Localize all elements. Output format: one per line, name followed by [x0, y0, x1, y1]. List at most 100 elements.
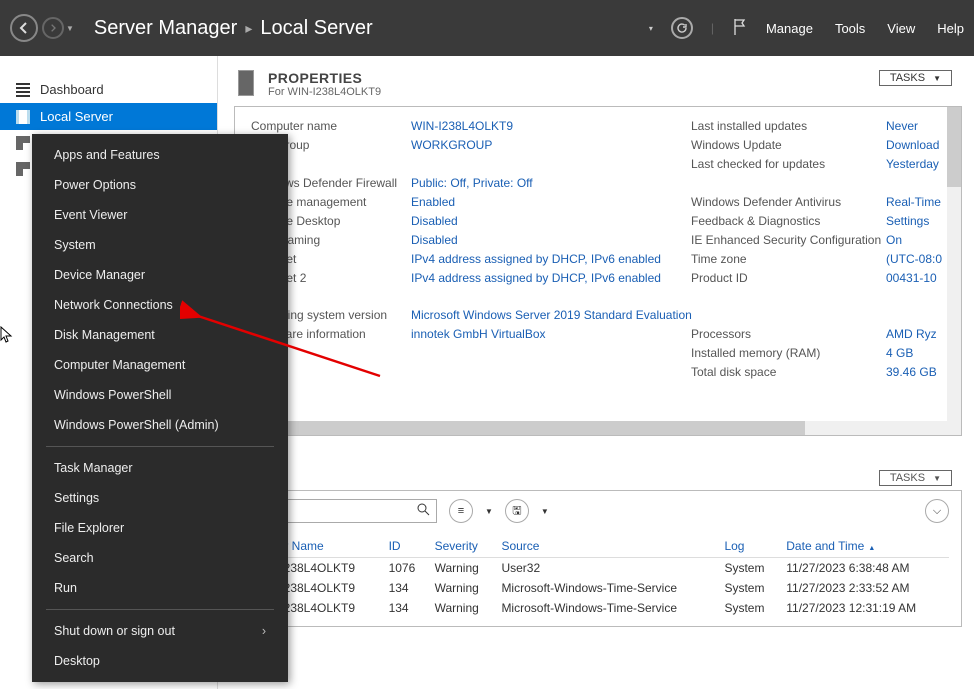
sidebar-item-local-server[interactable]: Local Server [0, 103, 217, 130]
property-value[interactable]: On [886, 231, 953, 250]
context-menu-item[interactable]: Settings [32, 483, 288, 513]
property-label: Processors [691, 325, 886, 344]
events-table: Server NameIDSeveritySourceLogDate and T… [247, 535, 949, 618]
context-menu-item[interactable]: Desktop [32, 646, 288, 676]
column-header[interactable]: Date and Time [780, 535, 949, 558]
property-value[interactable]: Microsoft Windows Server 2019 Standard E… [411, 306, 692, 325]
refresh-icon[interactable] [671, 17, 693, 39]
property-row: Hardware informationinnotek GmbH Virtual… [251, 325, 953, 344]
search-icon[interactable] [417, 503, 430, 519]
context-menu-item[interactable]: Task Manager [32, 453, 288, 483]
properties-tasks-dropdown[interactable]: TASKS▼ [879, 70, 952, 86]
context-menu-item[interactable]: Power Options [32, 170, 288, 200]
horizontal-scrollbar[interactable] [235, 421, 947, 435]
breadcrumb-dropdown-icon[interactable]: ▾ [649, 24, 653, 33]
property-value[interactable]: (UTC-08:0 [886, 250, 953, 269]
sidebar-item-label: Local Server [40, 109, 113, 124]
chevron-right-icon: › [262, 624, 266, 638]
separator: | [711, 21, 714, 35]
context-menu-item[interactable]: Windows PowerShell (Admin) [32, 410, 288, 440]
context-menu-item[interactable]: Windows PowerShell [32, 380, 288, 410]
property-value[interactable]: Public: Off, Private: Off [411, 174, 691, 193]
vertical-scrollbar[interactable] [947, 107, 961, 435]
property-value[interactable]: 39.46 GB [886, 363, 953, 382]
property-row: Windows Defender FirewallPublic: Off, Pr… [251, 174, 953, 193]
content-pane: PROPERTIES For WIN-I238L4OLKT9 TASKS▼ Co… [218, 56, 974, 689]
context-menu-item[interactable]: Disk Management [32, 320, 288, 350]
property-value[interactable]: WIN-I238L4OLKT9 [411, 117, 691, 136]
forward-button[interactable] [42, 17, 64, 39]
property-value[interactable]: Download [886, 136, 953, 155]
property-label: Windows Defender Antivirus [691, 193, 886, 212]
column-header[interactable]: Log [718, 535, 780, 558]
property-label: Total disk space [691, 363, 886, 382]
property-value[interactable]: Settings [886, 212, 953, 231]
column-header[interactable]: Source [495, 535, 718, 558]
property-value[interactable]: IPv4 address assigned by DHCP, IPv6 enab… [411, 269, 691, 288]
menu-manage[interactable]: Manage [766, 21, 813, 36]
context-menu-item[interactable]: Network Connections [32, 290, 288, 320]
sidebar-item-dashboard[interactable]: Dashboard [0, 76, 217, 103]
dashboard-icon [16, 83, 30, 97]
breadcrumb-root[interactable]: Server Manager [94, 17, 237, 40]
event-row[interactable]: WIN-I238L4OLKT9134WarningMicrosoft-Windo… [247, 598, 949, 618]
header-menu: Manage Tools View Help [766, 21, 964, 36]
title-bar: ▼ Server Manager ▸ Local Server ▾ | Mana… [0, 0, 974, 56]
property-row: Installed memory (RAM)4 GB [251, 344, 953, 363]
property-label: IE Enhanced Security Configuration [691, 231, 886, 250]
property-value[interactable]: AMD Ryz [886, 325, 953, 344]
property-value[interactable]: Yesterday [886, 155, 953, 174]
property-value[interactable]: IPv4 address assigned by DHCP, IPv6 enab… [411, 250, 691, 269]
column-header[interactable]: ID [383, 535, 429, 558]
property-row: EthernetIPv4 address assigned by DHCP, I… [251, 250, 953, 269]
property-label: Product ID [691, 269, 886, 288]
property-value[interactable]: Never [886, 117, 953, 136]
event-row[interactable]: WIN-I238L4OLKT9134WarningMicrosoft-Windo… [247, 578, 949, 598]
context-menu-item[interactable]: Run [32, 573, 288, 603]
context-menu-item[interactable]: Shut down or sign out› [32, 616, 288, 646]
property-label: Last installed updates [691, 117, 886, 136]
event-row[interactable]: WIN-I238L4OLKT91076WarningUser32System11… [247, 558, 949, 579]
property-value[interactable]: Enabled [411, 193, 691, 212]
expand-panel-icon[interactable]: ⌵ [925, 499, 949, 523]
menu-view[interactable]: View [887, 21, 915, 36]
save-filter-icon[interactable]: 🖫 [505, 499, 529, 523]
breadcrumb-current[interactable]: Local Server [260, 17, 372, 40]
menu-tools[interactable]: Tools [835, 21, 865, 36]
context-menu-item[interactable]: Computer Management [32, 350, 288, 380]
property-value[interactable]: Disabled [411, 212, 691, 231]
property-label: Installed memory (RAM) [691, 344, 886, 363]
breadcrumb: Server Manager ▸ Local Server [94, 17, 373, 40]
menu-separator [46, 609, 274, 610]
context-menu-item[interactable]: Device Manager [32, 260, 288, 290]
property-value[interactable]: 00431-10 [886, 269, 953, 288]
context-menu-item[interactable]: Apps and Features [32, 140, 288, 170]
properties-title: PROPERTIES [268, 70, 381, 86]
back-button[interactable] [10, 14, 38, 42]
property-value[interactable]: WORKGROUP [411, 136, 691, 155]
context-menu-item[interactable]: File Explorer [32, 513, 288, 543]
property-value[interactable]: innotek GmbH VirtualBox [411, 325, 691, 344]
property-row: Remote DesktopDisabledFeedback & Diagnos… [251, 212, 953, 231]
winx-context-menu: Apps and FeaturesPower OptionsEvent View… [32, 134, 288, 682]
events-tasks-dropdown[interactable]: TASKS▼ [879, 470, 952, 486]
role-icon [16, 162, 30, 176]
property-value[interactable]: Disabled [411, 231, 691, 250]
column-header[interactable]: Severity [429, 535, 496, 558]
sidebar-item-label: Dashboard [40, 82, 104, 97]
property-value[interactable]: Real-Time [886, 193, 953, 212]
context-menu-item[interactable]: Event Viewer [32, 200, 288, 230]
menu-separator [46, 446, 274, 447]
property-row: Computer nameWIN-I238L4OLKT9Last install… [251, 117, 953, 136]
context-menu-item[interactable]: System [32, 230, 288, 260]
nav-history-dropdown[interactable]: ▼ [66, 24, 74, 33]
server-icon [16, 110, 30, 124]
property-row: WorkgroupWORKGROUPWindows UpdateDownload [251, 136, 953, 155]
flag-icon[interactable] [732, 18, 748, 39]
property-row: Ethernet 2IPv4 address assigned by DHCP,… [251, 269, 953, 288]
properties-panel: Computer nameWIN-I238L4OLKT9Last install… [234, 106, 962, 436]
menu-help[interactable]: Help [937, 21, 964, 36]
filter-options-icon[interactable]: ≡ [449, 499, 473, 523]
context-menu-item[interactable]: Search [32, 543, 288, 573]
property-value[interactable]: 4 GB [886, 344, 953, 363]
